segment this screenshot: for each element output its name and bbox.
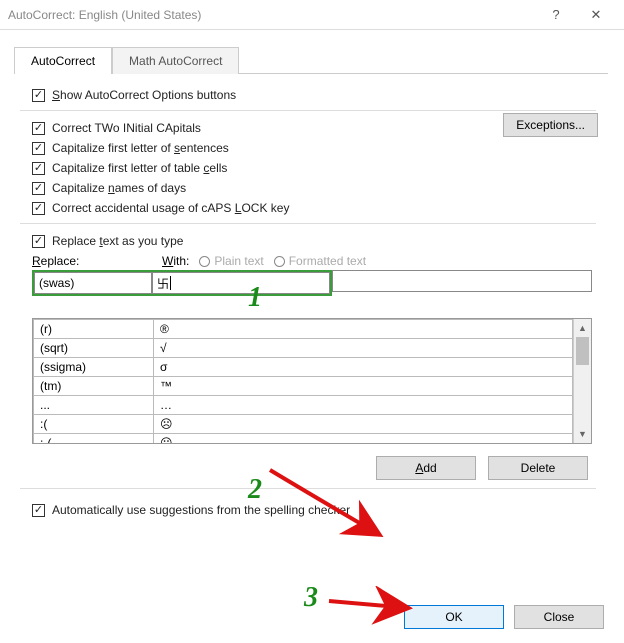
checkbox-two-initial[interactable] xyxy=(32,122,45,135)
titlebar: AutoCorrect: English (United States) ? ✕ xyxy=(0,0,624,30)
tab-strip: AutoCorrect Math AutoCorrect xyxy=(14,46,608,74)
radio-formatted-text xyxy=(274,256,285,267)
delete-button[interactable]: Delete xyxy=(488,456,588,480)
with-input-overflow[interactable] xyxy=(332,270,592,292)
text-cursor xyxy=(170,276,171,290)
table-row[interactable]: (sqrt)√ xyxy=(34,339,573,358)
tab-math-autocorrect[interactable]: Math AutoCorrect xyxy=(112,47,239,74)
checkbox-spell-suggest[interactable] xyxy=(32,504,45,517)
label-replace-text: Replace text as you type xyxy=(52,234,183,248)
checkbox-sentences[interactable] xyxy=(32,142,45,155)
label-formatted-text: Formatted text xyxy=(289,254,366,268)
annotation-3: 3 xyxy=(304,582,318,614)
checkbox-replace-text[interactable] xyxy=(32,235,45,248)
with-input[interactable]: 卐 xyxy=(152,272,330,294)
label-days: Capitalize names of days xyxy=(52,181,186,195)
label-show-options: Show AutoCorrect Options buttons xyxy=(52,88,236,102)
label-sentences: Capitalize first letter of sentences xyxy=(52,141,229,155)
label-replace: Replace: xyxy=(32,254,162,268)
table-row[interactable]: ...… xyxy=(34,396,573,415)
checkbox-caps-lock[interactable] xyxy=(32,202,45,215)
close-icon[interactable]: ✕ xyxy=(576,7,616,23)
add-button[interactable]: Add xyxy=(376,456,476,480)
window-title: AutoCorrect: English (United States) xyxy=(8,8,536,22)
scroll-thumb[interactable] xyxy=(576,337,589,365)
ok-button[interactable]: OK xyxy=(404,605,504,629)
replace-input[interactable] xyxy=(34,272,152,294)
table-row[interactable]: :(☹ xyxy=(34,415,573,434)
scroll-up-icon[interactable]: ▲ xyxy=(574,319,591,337)
autocorrect-dialog: AutoCorrect: English (United States) ? ✕… xyxy=(0,0,624,643)
scroll-down-icon[interactable]: ▼ xyxy=(574,425,591,443)
radio-plain-text xyxy=(199,256,210,267)
table-row[interactable]: (ssigma)σ xyxy=(34,358,573,377)
label-two-initial: Correct TWo INitial CApitals xyxy=(52,121,201,135)
help-button[interactable]: ? xyxy=(536,7,576,22)
table-row[interactable]: (r)® xyxy=(34,320,573,339)
label-spell-suggest: Automatically use suggestions from the s… xyxy=(52,503,350,517)
autocorrect-list: (r)® (sqrt)√ (ssigma)σ (tm)™ ...… :(☹ :-… xyxy=(32,318,592,444)
table-row[interactable]: :-(☹ xyxy=(34,434,573,445)
checkbox-show-options[interactable] xyxy=(32,89,45,102)
checkbox-table-cells[interactable] xyxy=(32,162,45,175)
label-plain-text: Plain text xyxy=(214,254,263,268)
checkbox-days[interactable] xyxy=(32,182,45,195)
exceptions-button[interactable]: Exceptions... xyxy=(503,113,598,137)
label-caps-lock: Correct accidental usage of cAPS LOCK ke… xyxy=(52,201,289,215)
close-button[interactable]: Close xyxy=(514,605,604,629)
list-scrollbar[interactable]: ▲ ▼ xyxy=(573,319,591,443)
scroll-track[interactable] xyxy=(574,337,591,425)
table-row[interactable]: (tm)™ xyxy=(34,377,573,396)
label-with: With: xyxy=(162,254,189,268)
label-table-cells: Capitalize first letter of table cells xyxy=(52,161,227,175)
tab-autocorrect[interactable]: AutoCorrect xyxy=(14,47,112,74)
